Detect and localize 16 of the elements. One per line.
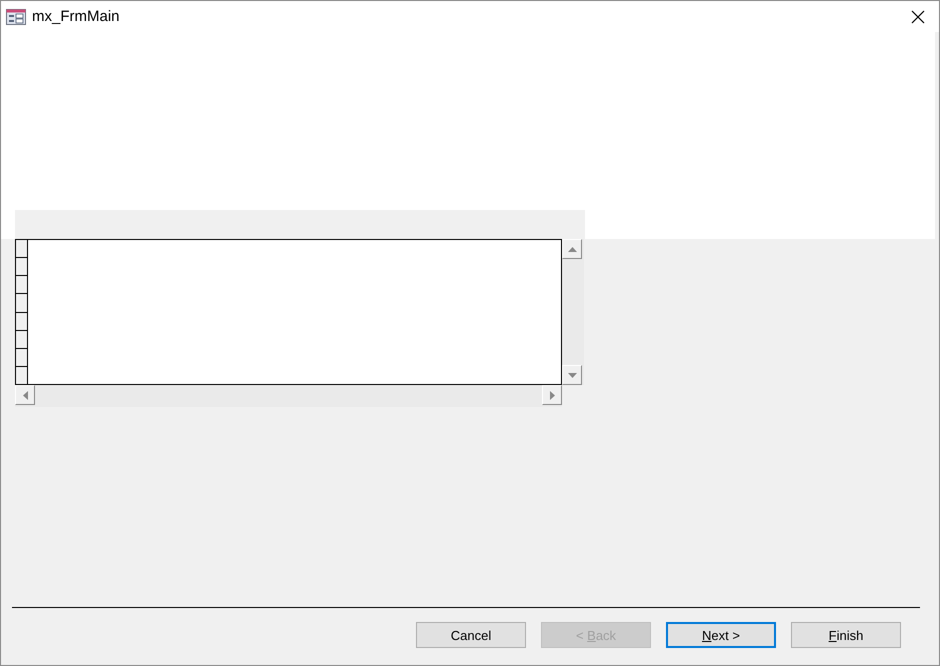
scroll-right-button[interactable] xyxy=(542,385,562,405)
right-triangle-icon xyxy=(550,390,554,400)
wizard-button[interactable]: Next > xyxy=(666,622,776,648)
scroll-down-button[interactable] xyxy=(562,365,582,385)
wizard-button[interactable]: Finish xyxy=(791,622,901,648)
form-icon xyxy=(6,8,26,24)
horizontal-scrollbar[interactable] xyxy=(15,385,562,407)
window-title: mx_FrmMain xyxy=(32,8,121,25)
wizard-button[interactable]: Cancel xyxy=(416,622,526,648)
scroll-left-button[interactable] xyxy=(15,385,35,405)
up-triangle-icon xyxy=(568,246,576,252)
down-triangle-icon xyxy=(568,372,576,378)
vertical-scrollbar[interactable] xyxy=(562,239,584,385)
scroll-up-button[interactable] xyxy=(562,239,582,259)
left-triangle-icon xyxy=(22,390,28,400)
datasheet-grid[interactable] xyxy=(15,239,562,385)
